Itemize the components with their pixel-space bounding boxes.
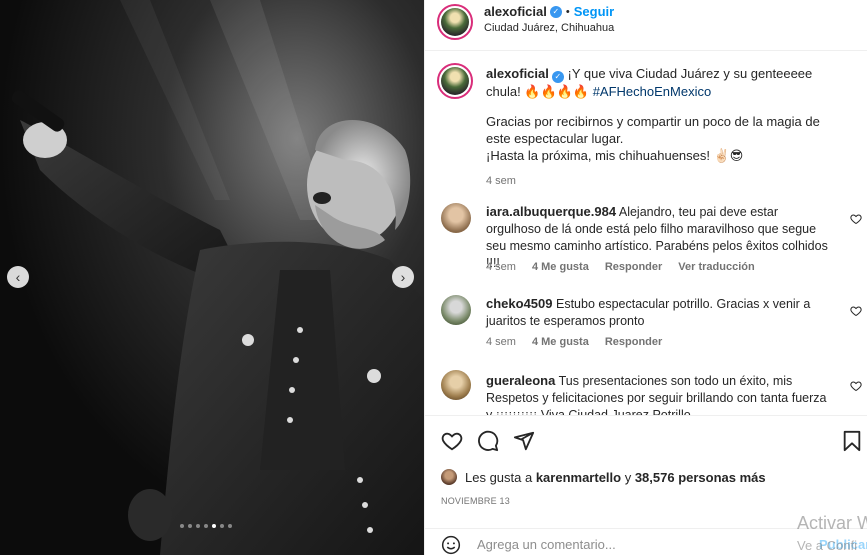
activation-watermark-subtext: Ve a Confi: [797, 538, 857, 553]
chevron-left-icon[interactable]: ‹: [7, 266, 29, 288]
reply-button[interactable]: Responder: [605, 261, 662, 273]
verified-icon: ✓: [551, 71, 564, 83]
post-media[interactable]: ‹ ›: [0, 0, 424, 555]
carousel-dot: [212, 524, 216, 528]
heart-icon[interactable]: [850, 305, 862, 317]
comment-input[interactable]: [477, 537, 797, 552]
comment-icon[interactable]: [477, 430, 499, 452]
comment-likes[interactable]: 4 Me gusta: [532, 261, 589, 273]
comment-username[interactable]: gueraleona: [486, 373, 555, 388]
caption-avatar[interactable]: [437, 63, 473, 99]
comment-text: cheko4509 Estubo espectacular potrillo. …: [486, 295, 836, 330]
concert-photo: [0, 0, 424, 555]
carousel-dot: [220, 524, 224, 528]
hashtag-link[interactable]: #AFHechoEnMexico: [593, 84, 712, 99]
bookmark-icon[interactable]: [841, 430, 863, 452]
post-panel: alexoficial ✓ • Seguir Ciudad Juárez, Ch…: [424, 0, 867, 555]
comment-meta: 4 sem 4 Me gusta Responder Ver traducció…: [486, 261, 755, 273]
post-actions: Les gusta a karenmartello y 38,576 perso…: [425, 415, 867, 555]
comment-text: gueraleona Tus presentaciones son todo u…: [486, 372, 836, 415]
comment-username[interactable]: cheko4509: [486, 296, 553, 311]
chevron-right-icon[interactable]: ›: [392, 266, 414, 288]
reply-button[interactable]: Responder: [605, 336, 662, 348]
author-avatar[interactable]: [437, 4, 473, 40]
caption-username[interactable]: alexoficial: [486, 66, 549, 81]
comment-username[interactable]: iara.albuquerque.984: [486, 204, 616, 219]
likes-count[interactable]: 38,576 personas más: [635, 470, 766, 485]
likes-summary: Les gusta a karenmartello y 38,576 perso…: [441, 469, 766, 485]
caption-line3: ¡Hasta la próxima, mis chihuahuenses! ✌🏻…: [486, 148, 744, 163]
likes-middle: y: [621, 469, 635, 485]
carousel-dot: [188, 524, 192, 528]
separator-dot: •: [565, 5, 570, 18]
activation-watermark: Activar W: [797, 513, 867, 533]
carousel-dot: [196, 524, 200, 528]
carousel-dot: [228, 524, 232, 528]
post-date[interactable]: NOVIEMBRE 13: [441, 496, 510, 506]
caption-text: alexoficial ✓ ¡Y que viva Ciudad Juárez y…: [486, 65, 846, 100]
caption-meta: 4 sem: [486, 173, 846, 190]
share-icon[interactable]: [513, 430, 535, 452]
commenter-avatar[interactable]: [441, 203, 471, 233]
heart-icon[interactable]: [850, 380, 862, 392]
commenter-avatar[interactable]: [441, 295, 471, 325]
heart-icon[interactable]: [850, 213, 862, 225]
verified-icon: ✓: [549, 5, 562, 18]
heart-icon[interactable]: [441, 430, 463, 452]
caption-body: Gracias por recibirnos y compartir un po…: [486, 113, 846, 190]
caption-time[interactable]: 4 sem: [486, 173, 516, 190]
emoji-icon[interactable]: [441, 535, 461, 555]
comment-time[interactable]: 4 sem: [486, 336, 516, 348]
translate-button[interactable]: Ver traducción: [678, 261, 754, 273]
carousel-dot: [180, 524, 184, 528]
liker-avatar[interactable]: [441, 469, 457, 485]
location-link[interactable]: Ciudad Juárez, Chihuahua: [484, 22, 614, 34]
comment-likes[interactable]: 4 Me gusta: [532, 336, 589, 348]
comment-time[interactable]: 4 sem: [486, 261, 516, 273]
post-header: alexoficial ✓ • Seguir Ciudad Juárez, Ch…: [425, 0, 867, 51]
commenter-avatar[interactable]: [441, 370, 471, 400]
carousel-dots: [180, 524, 232, 528]
caption-line2: Gracias por recibirnos y compartir un po…: [486, 114, 820, 146]
comments-section[interactable]: alexoficial ✓ ¡Y que viva Ciudad Juárez y…: [425, 51, 867, 415]
author-username[interactable]: alexoficial: [484, 4, 547, 19]
follow-button[interactable]: Seguir: [574, 4, 614, 19]
likes-prefix: Les gusta a: [465, 469, 536, 485]
carousel-dot: [204, 524, 208, 528]
liker-username[interactable]: karenmartello: [536, 470, 621, 485]
comment-meta: 4 sem 4 Me gusta Responder: [486, 336, 662, 348]
